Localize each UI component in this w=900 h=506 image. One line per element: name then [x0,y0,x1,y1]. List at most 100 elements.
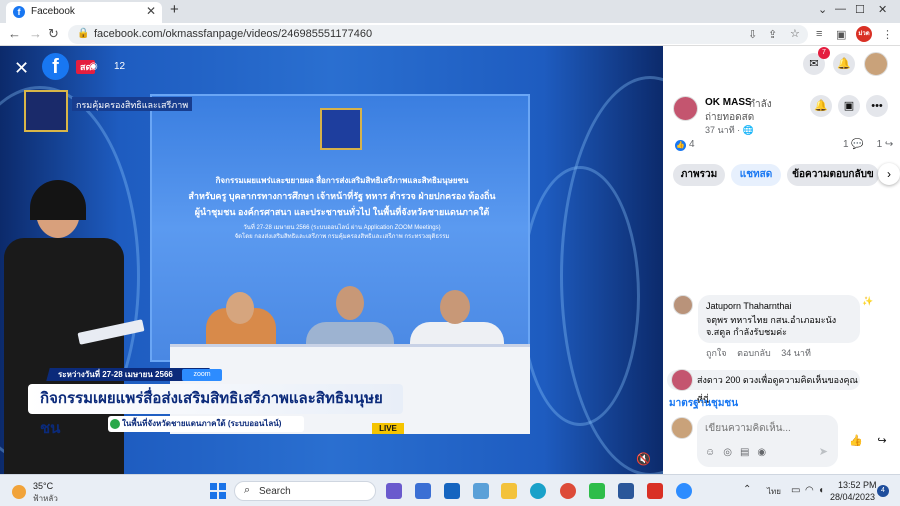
input-language[interactable]: ไทย [767,485,781,498]
emoji-icon[interactable]: ◉ [757,447,774,458]
close-tab-icon[interactable]: ✕ [146,4,156,18]
comment-bubble: Jatuporn Thaharnthai จตุพร ทหารไทย กสน.อ… [698,295,860,343]
clock-date[interactable]: 28/04/2023 [830,492,875,502]
page-name[interactable]: OK MASS [705,97,752,108]
reload-icon[interactable]: ↻ [48,26,59,42]
send-icon[interactable]: ➤ [819,445,828,458]
address-bar[interactable]: 🔒 facebook.com/okmassfanpage/videos/2469… [68,25,808,44]
file-explorer-icon[interactable] [501,483,517,499]
facebook-icon: f [13,6,25,18]
store-icon[interactable] [415,483,431,499]
bell-icon: 🔔 [814,100,828,112]
comment-text: จตุพร ทหารไทย กสน.อำเภอมะนัง จ.สตูล กำลั… [706,315,837,337]
sun-haze-icon[interactable] [12,485,26,499]
weather-temperature[interactable]: 35°C [33,481,53,491]
word-icon[interactable] [618,483,634,499]
photos-icon[interactable] [473,483,489,499]
share-count[interactable]: 1 [877,139,883,150]
windows-start-icon[interactable] [210,483,226,499]
tab-live-chat[interactable]: แชทสด [731,164,781,186]
eye-icon: ◉ [89,61,98,72]
like-icon: 👍 [675,140,686,151]
follow-button[interactable]: 🔔 [810,95,832,117]
volume-icon[interactable]: ◖ [818,485,824,496]
share-icon[interactable]: ⇪ [768,28,777,41]
reaction-summary[interactable]: 👍 4 [675,139,695,151]
back-arrow-icon[interactable]: ← [8,26,21,41]
taskbar-search-label: Search [259,486,291,497]
new-tab-button[interactable]: + [170,1,179,18]
comment-stars-icon: ✨ [862,296,874,306]
reaction-count: 4 [689,139,695,150]
edge-icon[interactable] [530,483,546,499]
pdf-reader-icon[interactable] [647,483,663,499]
side-panel-icon[interactable]: ▣ [836,28,846,41]
save-button[interactable]: ▣ [838,95,860,117]
comment-actions: ถูกใจ ตอบกลับ 34 นาที [706,346,819,360]
comment-reply-button[interactable]: ตอบกลับ [737,348,771,358]
comment-composer[interactable]: ☺◎▤◉ ➤ [697,415,838,467]
wifi-icon[interactable]: ◠ [805,485,814,496]
menu-kebab-icon[interactable]: ⋮ [882,28,893,41]
profile-avatar[interactable]: ม่วด [856,26,872,42]
share-button[interactable]: ↪ [871,430,893,452]
post-time[interactable]: 37 นาที · 🌐 [705,123,754,137]
more-options-button[interactable]: ••• [866,95,888,117]
forward-arrow-icon[interactable]: → [29,26,42,41]
share-arrow-icon: ↪ [877,435,887,447]
backdrop-line-5: จัดโดย กองส่งเสริมสิทธิและเสรีภาพ กรมคุ้… [234,234,450,240]
clock-time[interactable]: 13:52 PM [838,480,877,490]
org-name: กรมคุ้มครองสิทธิและเสรีภาพ [72,97,193,111]
bookmark-star-icon[interactable]: ☆ [790,27,800,40]
my-avatar [671,417,693,439]
backdrop-line-1: กิจกรรมเผยแพร่และขยายผล สื่อการส่งเสริมส… [215,176,469,185]
maximize-button[interactable]: ☐ [855,3,865,16]
close-window-button[interactable]: ✕ [878,3,887,16]
gif-icon[interactable]: ▤ [740,447,757,458]
weather-description[interactable]: ฟ้าหลัว [33,492,58,505]
search-icon: ⌕ [244,484,251,496]
zoom-app-icon[interactable] [676,483,692,499]
install-icon[interactable]: ⇩ [748,28,757,41]
lower-third-date-text: ระหว่างวันที่ 27-28 เมษายน 2566 [58,370,173,379]
notifications-button[interactable]: 🔔 [833,53,855,75]
community-standards-link[interactable]: มาตรฐานชุมชน [669,396,738,411]
composer-tools: ☺◎▤◉ [705,447,774,458]
tray-overflow-icon[interactable]: ⌃ [743,484,751,495]
facebook-logo[interactable]: f [42,53,69,80]
tab-overview[interactable]: ภาพรวม [673,164,725,186]
check-icon [110,419,120,429]
teams-chat-icon[interactable] [386,483,402,499]
zoom-logo: zoom [182,369,222,381]
sticker-icon[interactable]: ☺ [705,447,723,458]
network-icon[interactable]: ▭ [791,485,800,496]
chevron-down-icon[interactable]: ⌄ [818,3,827,16]
browser-tab[interactable]: f Facebook ✕ [6,2,162,23]
bell-icon: 🔔 [837,58,851,70]
reading-list-icon[interactable]: ≡ [816,28,822,40]
page-avatar[interactable] [673,96,698,121]
account-avatar[interactable] [864,52,888,76]
line-icon[interactable] [589,483,605,499]
close-video-icon[interactable]: ✕ [14,58,29,79]
comment-time[interactable]: 34 นาที [781,348,811,358]
mail-icon[interactable] [444,483,460,499]
mute-icon[interactable]: 🔇 [636,452,651,466]
stars-promo-avatar [671,369,693,391]
tab-replies[interactable]: ข้อความตอบกลับข [787,164,879,186]
notification-center-badge[interactable]: 4 [877,485,889,497]
commenter-avatar[interactable] [673,295,693,315]
video-player[interactable]: กิจกรรมเผยแพร่และขยายผล สื่อการส่งเสริมส… [0,46,663,474]
comment-count[interactable]: 1 [843,139,849,150]
share-arrow-icon: ↪ [884,139,894,150]
taskbar-search[interactable]: ⌕ Search [234,481,376,501]
camera-icon[interactable]: ◎ [723,447,740,458]
tabs-scroll-right-button[interactable]: › [878,163,900,185]
like-button[interactable]: 👍 [845,430,867,452]
thumbs-up-icon: 👍 [849,435,863,447]
comment-author[interactable]: Jatuporn Thaharnthai [706,301,852,311]
minimize-button[interactable]: — [835,3,846,15]
chrome-icon[interactable] [560,483,576,499]
comment-input[interactable] [705,420,831,436]
comment-like-button[interactable]: ถูกใจ [706,348,727,358]
